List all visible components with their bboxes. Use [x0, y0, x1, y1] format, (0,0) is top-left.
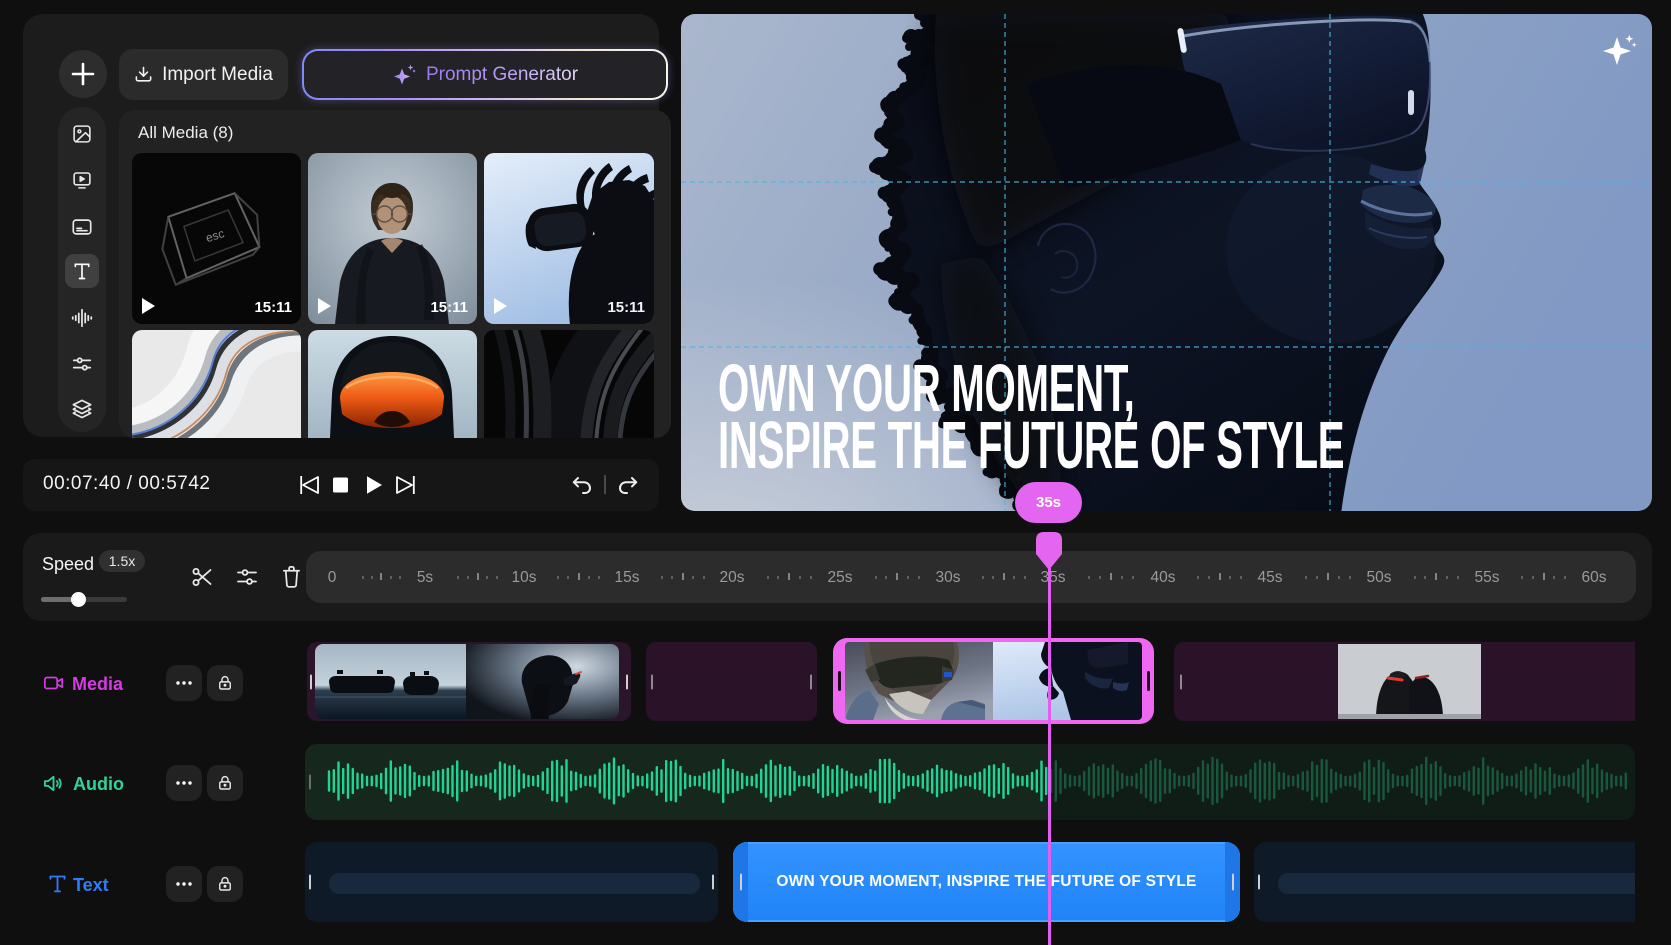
svg-text:esc: esc: [204, 226, 226, 245]
